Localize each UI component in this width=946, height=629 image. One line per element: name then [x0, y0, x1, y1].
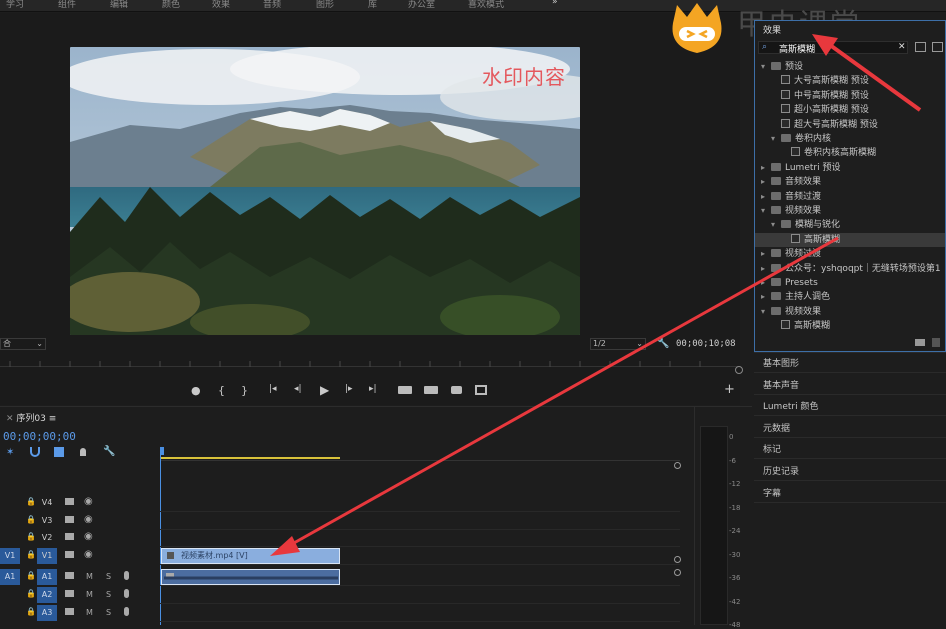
annotation-arrows: [270, 34, 922, 556]
